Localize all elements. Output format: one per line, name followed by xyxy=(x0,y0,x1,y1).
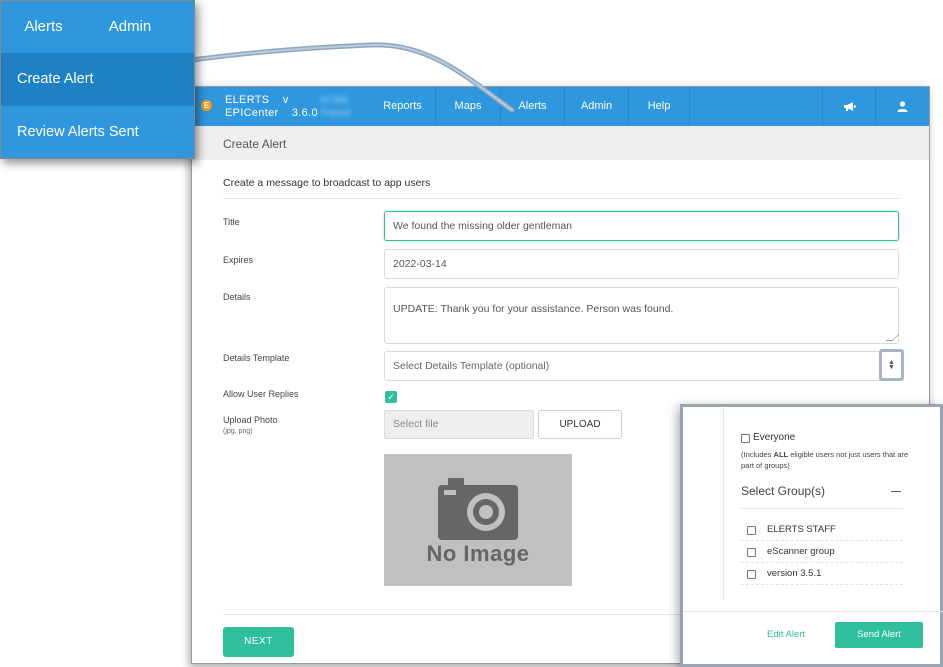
select-arrows-icon[interactable]: ▲ ▼ xyxy=(879,349,904,381)
group-label: version 3.5.1 xyxy=(767,568,822,579)
no-image-text: No Image xyxy=(426,541,530,566)
details-label: Details xyxy=(223,292,251,302)
everyone-label: Everyone xyxy=(753,432,796,443)
camera-icon xyxy=(438,478,518,540)
everyone-note: (Includes ALL eligible users not just us… xyxy=(741,450,909,470)
edit-alert-link[interactable]: Edit Alert xyxy=(767,629,805,640)
group-label: eScanner group xyxy=(767,546,835,557)
divider xyxy=(741,508,903,509)
megaphone-icon[interactable] xyxy=(822,87,875,126)
nav-admin[interactable]: Admin xyxy=(565,87,629,126)
brand-line-1: ELERTS v xyxy=(225,94,289,106)
upload-photo-formats: (jpg, png) xyxy=(223,428,253,435)
dropdown-item-review-alerts[interactable]: Review Alerts Sent xyxy=(1,106,194,159)
version-label: v xyxy=(282,94,289,106)
title-input[interactable]: We found the missing older gentleman xyxy=(384,211,899,241)
allow-replies-checkbox[interactable]: ✓ xyxy=(385,391,397,403)
title-label: Title xyxy=(223,217,240,227)
recipients-callout: Everyone (Includes ALL eligible users no… xyxy=(680,404,943,667)
collapse-icon[interactable] xyxy=(891,491,901,492)
next-button[interactable]: NEXT xyxy=(223,627,294,657)
dropdown-tab-admin[interactable]: Admin xyxy=(86,1,174,53)
intro-text: Create a message to broadcast to app use… xyxy=(223,177,431,189)
page-title: Create Alert xyxy=(223,137,287,151)
divider xyxy=(741,584,903,585)
details-text: UPDATE: Thank you for your assistance. P… xyxy=(393,303,674,315)
everyone-checkbox[interactable] xyxy=(741,434,750,443)
checkmark-icon: ✓ xyxy=(387,392,395,402)
upload-photo-label: Upload Photo xyxy=(223,415,278,425)
divider xyxy=(683,611,943,612)
allow-replies-label: Allow User Replies xyxy=(223,389,299,399)
upload-button[interactable]: UPLOAD xyxy=(538,410,622,439)
divider xyxy=(223,198,899,199)
brand-name: ELERTS xyxy=(225,94,270,106)
organization-name-blurred: ACME Transit xyxy=(320,95,351,119)
brand-line-2: EPICenter 3.6.0 xyxy=(225,107,318,119)
dropdown-item-create-alert[interactable]: Create Alert xyxy=(1,53,194,106)
divider xyxy=(741,540,903,541)
send-alert-button[interactable]: Send Alert xyxy=(835,622,923,648)
select-groups-title: Select Group(s) xyxy=(741,484,826,498)
divider xyxy=(741,562,903,563)
details-textarea[interactable]: UPDATE: Thank you for your assistance. P… xyxy=(384,287,900,344)
nav-alerts[interactable]: Alerts xyxy=(501,87,565,126)
divider xyxy=(723,407,724,599)
resize-grip-icon[interactable] xyxy=(885,334,900,341)
elerts-logo-icon: E xyxy=(201,100,212,111)
page-header: Create Alert xyxy=(192,126,929,160)
nav-maps[interactable]: Maps xyxy=(436,87,501,126)
details-template-label: Details Template xyxy=(223,353,290,363)
expires-label: Expires xyxy=(223,255,254,265)
file-select-input[interactable]: Select file xyxy=(384,410,534,439)
brand-product: EPICenter xyxy=(225,107,279,119)
group-label: ELERTS STAFF xyxy=(767,524,836,535)
screenshot-stage: E ELERTS v EPICenter 3.6.0 ACME Transit … xyxy=(0,0,943,667)
dropdown-tab-alerts[interactable]: Alerts xyxy=(1,1,86,53)
alerts-dropdown-callout: Alerts Admin Create Alert Review Alerts … xyxy=(0,0,195,159)
nav-help[interactable]: Help xyxy=(629,87,690,126)
version-number: 3.6.0 xyxy=(291,107,318,119)
no-image-placeholder: No Image xyxy=(384,454,572,586)
group-checkbox[interactable] xyxy=(747,526,756,535)
nav-reports[interactable]: Reports xyxy=(370,87,436,126)
top-navbar: E ELERTS v EPICenter 3.6.0 ACME Transit … xyxy=(192,87,929,126)
user-icon[interactable] xyxy=(875,87,928,126)
details-template-select[interactable]: Select Details Template (optional) xyxy=(384,351,899,381)
expires-input[interactable]: 2022-03-14 xyxy=(384,249,899,279)
group-checkbox[interactable] xyxy=(747,548,756,557)
group-checkbox[interactable] xyxy=(747,570,756,579)
